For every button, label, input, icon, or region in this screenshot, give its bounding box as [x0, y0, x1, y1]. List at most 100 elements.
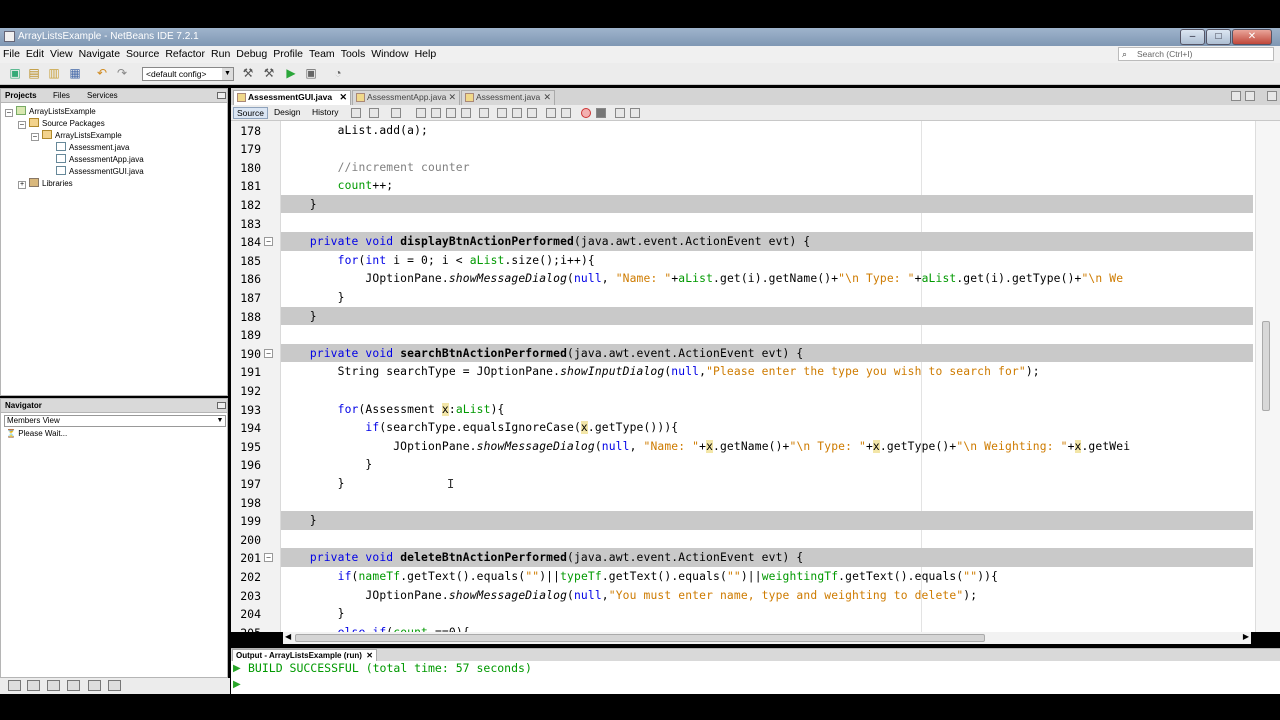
comment-icon[interactable]	[615, 108, 625, 118]
code-line[interactable]: 185 for(int i = 0; i < aList.size();i++)…	[231, 251, 1255, 270]
code-line[interactable]: 191 String searchType = JOptionPane.show…	[231, 362, 1255, 381]
stop-macro-icon[interactable]	[596, 108, 606, 118]
open-project-icon[interactable]: ▥	[46, 66, 62, 81]
horizontal-scrollbar[interactable]: ◀ ▶	[283, 632, 1251, 644]
tree-item-source-packages[interactable]: – Source Packages	[18, 118, 105, 129]
code-line[interactable]: 193 for(Assessment x:aList){	[231, 400, 1255, 419]
toggle-rect-select-icon[interactable]	[479, 108, 489, 118]
menu-window[interactable]: Window	[371, 48, 408, 60]
code-line[interactable]: 184− private void displayBtnActionPerfor…	[231, 232, 1255, 251]
filter-icon[interactable]	[8, 680, 21, 691]
minimize-panel-icon[interactable]	[217, 92, 226, 99]
close-tab-icon[interactable]: ✕	[339, 91, 347, 104]
code-line[interactable]: 194 if(searchType.equalsIgnoreCase(x.get…	[231, 418, 1255, 437]
code-line[interactable]: 199 }	[231, 511, 1255, 530]
scroll-tabs-left-icon[interactable]	[1231, 91, 1241, 101]
source-mode-button[interactable]: Source	[233, 107, 268, 119]
scroll-right-icon[interactable]: ▶	[1243, 632, 1249, 641]
tree-item-file[interactable]: Assessment.java	[56, 142, 129, 152]
code-line[interactable]: 196 }	[231, 455, 1255, 474]
fold-icon[interactable]: −	[264, 237, 273, 247]
history-mode-button[interactable]: History	[309, 107, 341, 117]
close-tab-icon[interactable]: ✕	[543, 91, 551, 104]
code-line[interactable]: 178 aList.add(a);	[231, 121, 1255, 139]
tab-navigator[interactable]: Navigator	[5, 401, 42, 410]
scrollbar-thumb[interactable]	[1262, 321, 1270, 411]
design-mode-button[interactable]: Design	[271, 107, 303, 117]
tab-assessment[interactable]: Assessment.java ✕	[461, 90, 555, 105]
menu-debug[interactable]: Debug	[236, 48, 267, 60]
tab-files[interactable]: Files	[53, 91, 70, 100]
members-view-select[interactable]: Members View ▼	[4, 415, 226, 427]
filter-icon[interactable]	[108, 680, 121, 691]
fold-icon[interactable]: −	[264, 553, 273, 563]
toggle-bookmark-icon[interactable]	[527, 108, 537, 118]
code-line[interactable]: 180 //increment counter	[231, 158, 1255, 177]
tab-assessmentgui[interactable]: AssessmentGUI.java ✕	[233, 90, 351, 105]
code-line[interactable]: 182 }	[231, 194, 1255, 214]
menu-file[interactable]: File	[3, 48, 20, 60]
fold-icon[interactable]: −	[264, 348, 273, 358]
code-line[interactable]: 200	[231, 530, 1255, 549]
filter-icon[interactable]	[67, 680, 80, 691]
code-line[interactable]: 195 JOptionPane.showMessageDialog(null, …	[231, 437, 1255, 456]
tree-item-libraries[interactable]: + Libraries	[18, 178, 73, 189]
code-line[interactable]: 197 }	[231, 474, 1255, 493]
back-icon[interactable]	[351, 108, 361, 118]
rerun-icon[interactable]: ▶	[233, 663, 244, 674]
code-line[interactable]: 188 }	[231, 306, 1255, 326]
code-line[interactable]: 203 JOptionPane.showMessageDialog(null,"…	[231, 586, 1255, 605]
menu-profile[interactable]: Profile	[273, 48, 303, 60]
scrollbar-thumb[interactable]	[295, 634, 985, 642]
code-line[interactable]: 183	[231, 214, 1255, 233]
maximize-editor-icon[interactable]	[1267, 91, 1277, 101]
next-bookmark-icon[interactable]	[512, 108, 522, 118]
expand-icon[interactable]: +	[18, 181, 26, 189]
code-line[interactable]: 198	[231, 493, 1255, 512]
menu-refactor[interactable]: Refactor	[165, 48, 205, 60]
collapse-icon[interactable]: –	[31, 133, 39, 141]
menu-edit[interactable]: Edit	[26, 48, 44, 60]
filter-icon[interactable]	[47, 680, 60, 691]
shift-left-icon[interactable]	[546, 108, 556, 118]
code-line[interactable]: 201− private void deleteBtnActionPerform…	[231, 548, 1255, 567]
minimize-button[interactable]: –	[1180, 29, 1205, 45]
code-line[interactable]: 204 }	[231, 604, 1255, 623]
filter-icon[interactable]	[27, 680, 40, 691]
save-all-icon[interactable]: ▦	[67, 66, 83, 81]
collapse-icon[interactable]: –	[18, 121, 26, 129]
filter-icon[interactable]	[88, 680, 101, 691]
code-line[interactable]: 192	[231, 381, 1255, 400]
vertical-scrollbar[interactable]	[1255, 121, 1280, 632]
undo-icon[interactable]: ↶	[94, 66, 110, 81]
code-line[interactable]: 187 }	[231, 288, 1255, 307]
code-line[interactable]: 179	[231, 139, 1255, 158]
scroll-left-icon[interactable]: ◀	[285, 632, 291, 641]
previous-bookmark-icon[interactable]	[497, 108, 507, 118]
tree-item-package[interactable]: – ArrayListsExample	[31, 130, 122, 141]
rerun-with-params-icon[interactable]: ▶	[233, 679, 244, 690]
build-icon[interactable]: ⚒	[240, 66, 256, 81]
find-icon[interactable]	[416, 108, 426, 118]
maximize-button[interactable]: □	[1206, 29, 1231, 45]
tree-item-project[interactable]: – ArrayListsExample	[5, 106, 96, 117]
tree-item-file[interactable]: AssessmentGUI.java	[56, 166, 144, 176]
menu-view[interactable]: View	[50, 48, 73, 60]
menu-run[interactable]: Run	[211, 48, 230, 60]
minimize-panel-icon[interactable]	[217, 402, 226, 409]
start-macro-icon[interactable]	[581, 108, 591, 118]
uncomment-icon[interactable]	[630, 108, 640, 118]
code-line[interactable]: 181 count++;	[231, 176, 1255, 195]
run-icon[interactable]: ▶	[283, 66, 299, 81]
output-window[interactable]: ▶ ▶ BUILD SUCCESSFUL (total time: 57 sec…	[231, 661, 1280, 694]
close-button[interactable]: ✕	[1232, 29, 1272, 45]
profile-icon[interactable]: ◔	[330, 66, 346, 81]
tab-services[interactable]: Services	[87, 91, 118, 100]
clean-build-icon[interactable]: ⚒	[261, 66, 277, 81]
code-line[interactable]: 186 JOptionPane.showMessageDialog(null, …	[231, 269, 1255, 288]
code-editor[interactable]: 178 aList.add(a); 179 180 //increment coun…	[231, 121, 1280, 632]
code-line[interactable]: 190− private void searchBtnActionPerform…	[231, 343, 1255, 363]
redo-icon[interactable]: ↷	[114, 66, 130, 81]
menu-source[interactable]: Source	[126, 48, 159, 60]
find-previous-icon[interactable]	[431, 108, 441, 118]
